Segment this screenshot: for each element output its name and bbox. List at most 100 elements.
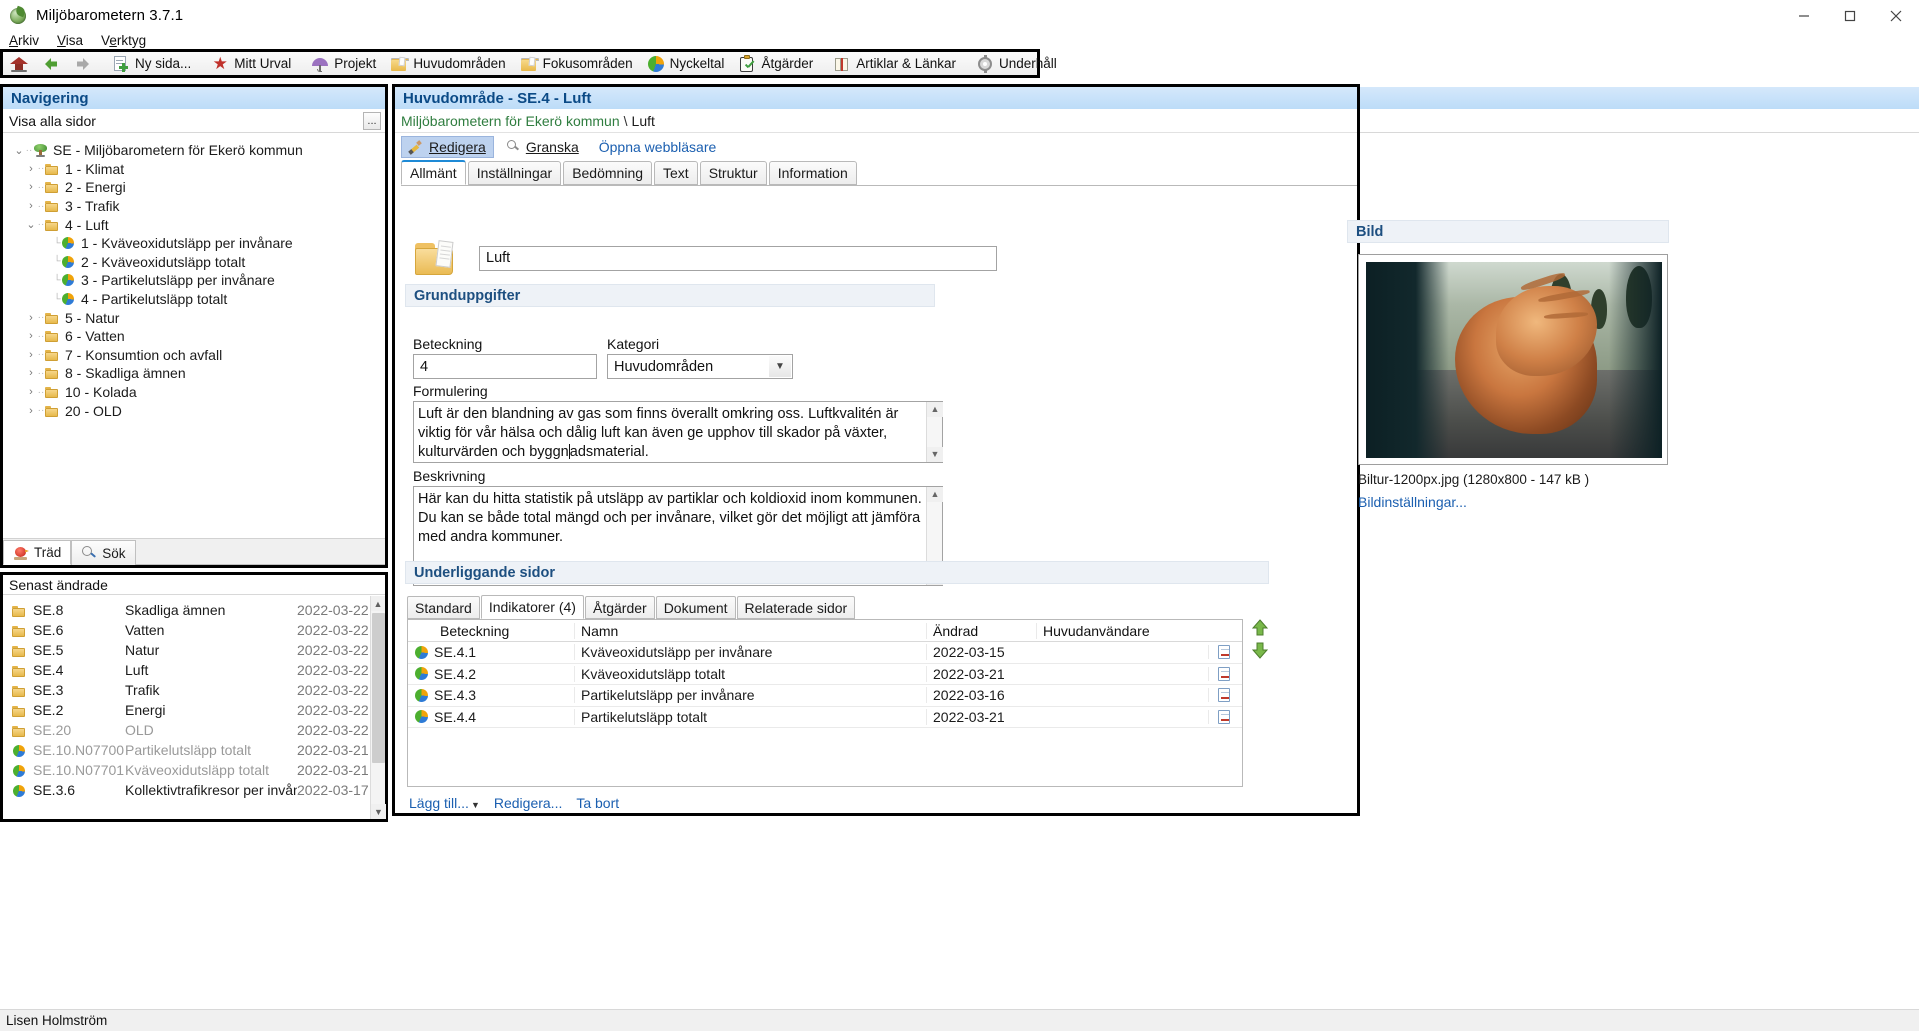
table-row[interactable]: SE.4.4Partikelutsläpp totalt2022-03-21 bbox=[408, 707, 1242, 729]
tree-item[interactable]: ›··20 - OLD bbox=[3, 401, 385, 420]
tree-item[interactable]: └2 - Kväveoxidutsläpp totalt bbox=[3, 253, 385, 272]
tree-item[interactable]: ⌄··SE - Miljöbarometern för Ekerö kommun bbox=[3, 141, 385, 160]
menu-item-arkiv[interactable]: Arkiv bbox=[0, 33, 48, 48]
menu-item-visa[interactable]: Visa bbox=[48, 33, 92, 48]
mode-redigera-button[interactable]: Redigera bbox=[401, 136, 494, 158]
main-tabstrip[interactable]: AllmäntInställningarBedömningTextStruktu… bbox=[401, 160, 1357, 186]
scroll-up-icon[interactable]: ▲ bbox=[371, 596, 385, 611]
tree-item[interactable]: ›··7 - Konsumtion och avfall bbox=[3, 346, 385, 365]
menu-item-verktyg[interactable]: Verktyg bbox=[92, 33, 155, 48]
formulering-textarea[interactable]: Luft är den blandning av gas som finns ö… bbox=[413, 401, 943, 463]
kategori-select[interactable]: Huvudområden ▼ bbox=[607, 354, 793, 379]
row-doc-icon[interactable] bbox=[1208, 667, 1238, 681]
tree-expander-collapsed-icon[interactable]: › bbox=[25, 163, 37, 175]
subtab-dokument[interactable]: Dokument bbox=[656, 596, 736, 619]
tab-text[interactable]: Text bbox=[654, 161, 698, 185]
row-doc-icon[interactable] bbox=[1208, 710, 1238, 724]
grid-header-huvudanvandare[interactable]: Huvudanvändare bbox=[1036, 623, 1208, 639]
lagg-till-button[interactable]: Lägg till...▼ bbox=[409, 795, 480, 811]
recent-list-item[interactable]: SE.5Natur2022-03-22 bbox=[3, 640, 370, 660]
tree-item[interactable]: ›··10 - Kolada bbox=[3, 383, 385, 402]
recent-list-item[interactable]: SE.3Trafik2022-03-22 bbox=[3, 680, 370, 700]
row-doc-icon[interactable] bbox=[1208, 645, 1238, 659]
subtab-relaterade-sidor[interactable]: Relaterade sidor bbox=[737, 596, 856, 619]
redigera-button[interactable]: Redigera... bbox=[494, 795, 562, 811]
navigation-browse-button[interactable]: ... bbox=[363, 112, 381, 130]
arrow-down-icon[interactable] bbox=[1250, 641, 1270, 659]
grid-body[interactable]: SE.4.1Kväveoxidutsläpp per invånare2022-… bbox=[408, 642, 1242, 728]
toolbar-projekt-button[interactable]: Projekt bbox=[304, 52, 383, 75]
tree-expander-collapsed-icon[interactable]: › bbox=[25, 367, 37, 379]
bild-settings-link[interactable]: Bildinställningar... bbox=[1358, 494, 1467, 510]
toolbar-atgarder-button[interactable]: Åtgärder bbox=[731, 52, 820, 75]
recent-list-item[interactable]: SE.8Skadliga ämnen2022-03-22 bbox=[3, 600, 370, 620]
tree-expander-expanded-icon[interactable]: ⌄ bbox=[25, 218, 37, 231]
formulering-scrollbar[interactable]: ▲ ▼ bbox=[926, 402, 942, 462]
tree-expander-collapsed-icon[interactable]: › bbox=[25, 349, 37, 361]
scroll-down-icon[interactable]: ▼ bbox=[371, 804, 386, 819]
beteckning-input[interactable]: 4 bbox=[413, 354, 597, 379]
scroll-up-icon[interactable]: ▲ bbox=[927, 487, 943, 502]
tree-expander-expanded-icon[interactable]: ⌄ bbox=[13, 144, 25, 157]
toolbar-artiklar-lankar-button[interactable]: Artiklar & Länkar bbox=[826, 52, 963, 75]
recent-changes-scrollbar[interactable]: ▲ ▼ bbox=[370, 596, 385, 819]
tree-item[interactable]: ›··3 - Trafik bbox=[3, 197, 385, 216]
subtab--tg-rder[interactable]: Åtgärder bbox=[585, 596, 655, 619]
grid-header-andrad[interactable]: Ändrad bbox=[926, 623, 1036, 639]
maximize-icon[interactable] bbox=[1827, 0, 1873, 31]
recent-list-item[interactable]: SE.2Energi2022-03-22 bbox=[3, 700, 370, 720]
scroll-down-icon[interactable]: ▼ bbox=[927, 447, 943, 462]
open-browser-link[interactable]: Öppna webbläsare bbox=[599, 139, 717, 155]
tree-expander-collapsed-icon[interactable]: › bbox=[25, 330, 37, 342]
table-row[interactable]: SE.4.2Kväveoxidutsläpp totalt2022-03-21 bbox=[408, 664, 1242, 686]
close-icon[interactable] bbox=[1873, 0, 1919, 31]
grid-header-namn[interactable]: Namn bbox=[574, 623, 926, 639]
tree-item[interactable]: └3 - Partikelutsläpp per invånare bbox=[3, 271, 385, 290]
tab-bed-mning[interactable]: Bedömning bbox=[563, 161, 652, 185]
recent-list-item[interactable]: SE.10.N07700Partikelutsläpp totalt2022-0… bbox=[3, 740, 370, 760]
underliggande-tabstrip[interactable]: StandardIndikatorer (4)ÅtgärderDokumentR… bbox=[407, 593, 1243, 620]
tree-expander-collapsed-icon[interactable]: › bbox=[25, 200, 37, 212]
recent-list-item[interactable]: SE.10.N07701Kväveoxidutsläpp totalt2022-… bbox=[3, 760, 370, 780]
tab-struktur[interactable]: Struktur bbox=[700, 161, 767, 185]
tree-expander-collapsed-icon[interactable]: › bbox=[25, 386, 37, 398]
tree-item[interactable]: ›··8 - Skadliga ämnen bbox=[3, 364, 385, 383]
tree-item[interactable]: └1 - Kväveoxidutsläpp per invånare bbox=[3, 234, 385, 253]
tab-inst-llningar[interactable]: Inställningar bbox=[468, 161, 562, 185]
recent-list-item[interactable]: SE.20OLD2022-03-22 bbox=[3, 720, 370, 740]
toolbar-back-button[interactable] bbox=[35, 52, 67, 75]
toolbar-mitt-urval-button[interactable]: ★ Mitt Urval bbox=[204, 52, 298, 75]
tree-item[interactable]: ›··6 - Vatten bbox=[3, 327, 385, 346]
table-row[interactable]: SE.4.3Partikelutsläpp per invånare2022-0… bbox=[408, 685, 1242, 707]
scrollbar-thumb[interactable] bbox=[372, 613, 385, 763]
mode-granska-button[interactable]: Granska bbox=[498, 136, 587, 158]
navigation-filter-value[interactable]: Visa alla sidor bbox=[9, 113, 96, 129]
ta-bort-button[interactable]: Ta bort bbox=[576, 795, 619, 811]
nav-tab-trad[interactable]: Träd bbox=[3, 540, 71, 565]
tree-expander-collapsed-icon[interactable]: › bbox=[25, 405, 37, 417]
recent-list-item[interactable]: SE.3.6Kollektivtrafikresor per invånar20… bbox=[3, 780, 370, 800]
tree-item[interactable]: └4 - Partikelutsläpp totalt bbox=[3, 290, 385, 309]
toolbar-forward-button[interactable] bbox=[67, 52, 99, 75]
tree-item[interactable]: ›··1 - Klimat bbox=[3, 160, 385, 179]
nav-tab-sok[interactable]: Sök bbox=[71, 540, 135, 565]
toolbar-home-button[interactable] bbox=[3, 52, 35, 75]
table-row[interactable]: SE.4.1Kväveoxidutsläpp per invånare2022-… bbox=[408, 642, 1242, 664]
tree-item[interactable]: ›··5 - Natur bbox=[3, 308, 385, 327]
toolbar-underhall-button[interactable]: Underhåll bbox=[969, 52, 1064, 75]
grid-header-beteckning[interactable]: Beteckning bbox=[434, 623, 574, 639]
page-name-input[interactable]: Luft bbox=[479, 246, 997, 271]
recent-list-item[interactable]: SE.6Vatten2022-03-22 bbox=[3, 620, 370, 640]
recent-changes-list[interactable]: SE.8Skadliga ämnen2022-03-22SE.6Vatten20… bbox=[3, 596, 370, 819]
toolbar-huvudomraden-button[interactable]: Huvudområden bbox=[383, 52, 512, 75]
tree-expander-collapsed-icon[interactable]: › bbox=[25, 181, 37, 193]
arrow-up-icon[interactable] bbox=[1250, 619, 1270, 637]
toolbar-nyckeltal-button[interactable]: Nyckeltal bbox=[640, 52, 732, 75]
toolbar-fokusomraden-button[interactable]: Fokusområden bbox=[513, 52, 640, 75]
navigation-tree[interactable]: ⌄··SE - Miljöbarometern för Ekerö kommun… bbox=[3, 133, 385, 538]
tab-allm-nt[interactable]: Allmänt bbox=[401, 160, 466, 185]
recent-list-item[interactable]: SE.4Luft2022-03-22 bbox=[3, 660, 370, 680]
subtab-standard[interactable]: Standard bbox=[407, 596, 480, 619]
tree-item[interactable]: ⌄··4 - Luft bbox=[3, 215, 385, 234]
toolbar-new-page-button[interactable]: Ny sida... bbox=[105, 52, 198, 75]
